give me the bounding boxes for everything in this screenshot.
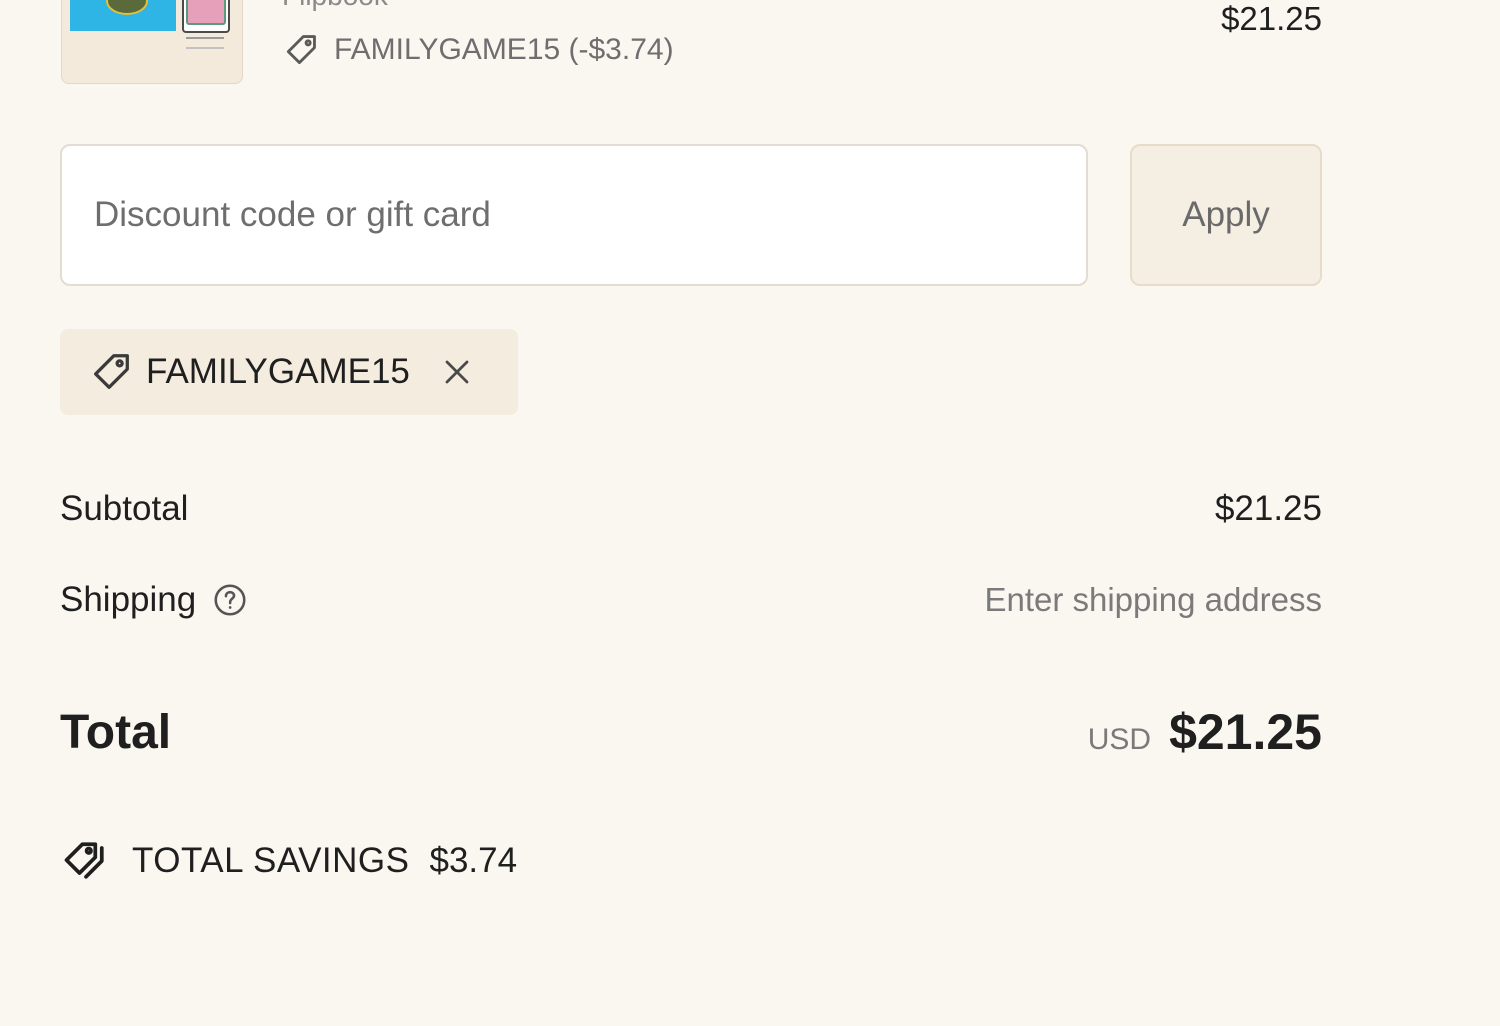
remove-discount-button[interactable]	[440, 355, 474, 389]
total-value: $21.25	[1169, 704, 1322, 760]
total-value-group: USD $21.25	[1088, 703, 1322, 761]
total-label: Total	[60, 705, 172, 759]
product-thumbnail	[61, 0, 243, 84]
subtotal-row: Subtotal $21.25	[60, 486, 1322, 532]
thumbnail-art-card-image	[186, 0, 226, 25]
shipping-value: Enter shipping address	[984, 581, 1322, 618]
shipping-label: Shipping	[60, 580, 197, 619]
help-icon[interactable]	[212, 582, 248, 618]
apply-discount-button[interactable]: Apply	[1130, 144, 1322, 286]
tag-icon	[88, 349, 134, 395]
line-item-discount: FAMILYGAME15 (-$3.74)	[282, 30, 674, 70]
line-item-price: $21.25	[1221, 0, 1322, 37]
thumbnail-art-lines	[186, 37, 224, 49]
total-row: Total USD $21.25	[60, 700, 1322, 764]
total-savings-label: TOTAL SAVINGS	[132, 841, 410, 880]
line-item-discount-text: FAMILYGAME15 (-$3.74)	[334, 33, 674, 66]
total-savings-amount: $3.74	[429, 841, 518, 880]
tag-icon	[282, 31, 320, 69]
applied-discount-code: FAMILYGAME15	[146, 352, 410, 391]
shipping-label-group: Shipping	[60, 580, 248, 620]
tags-icon	[60, 837, 112, 885]
discount-code-input[interactable]	[60, 144, 1088, 286]
close-icon	[445, 360, 469, 384]
currency-code: USD	[1087, 723, 1152, 756]
total-savings: TOTAL SAVINGS $3.74	[60, 836, 517, 886]
line-item: Flipbook FAMILYGAME15 (-$3.74) $21.25	[60, 0, 1322, 84]
line-item-name: Flipbook	[282, 0, 388, 12]
order-summary: Flipbook FAMILYGAME15 (-$3.74) $21.25 Ap…	[60, 0, 1322, 1026]
subtotal-label: Subtotal	[60, 489, 189, 528]
applied-discount-chip: FAMILYGAME15	[60, 329, 518, 415]
subtotal-value: $21.25	[1214, 489, 1322, 528]
shipping-row: Shipping Enter shipping address	[60, 576, 1322, 624]
